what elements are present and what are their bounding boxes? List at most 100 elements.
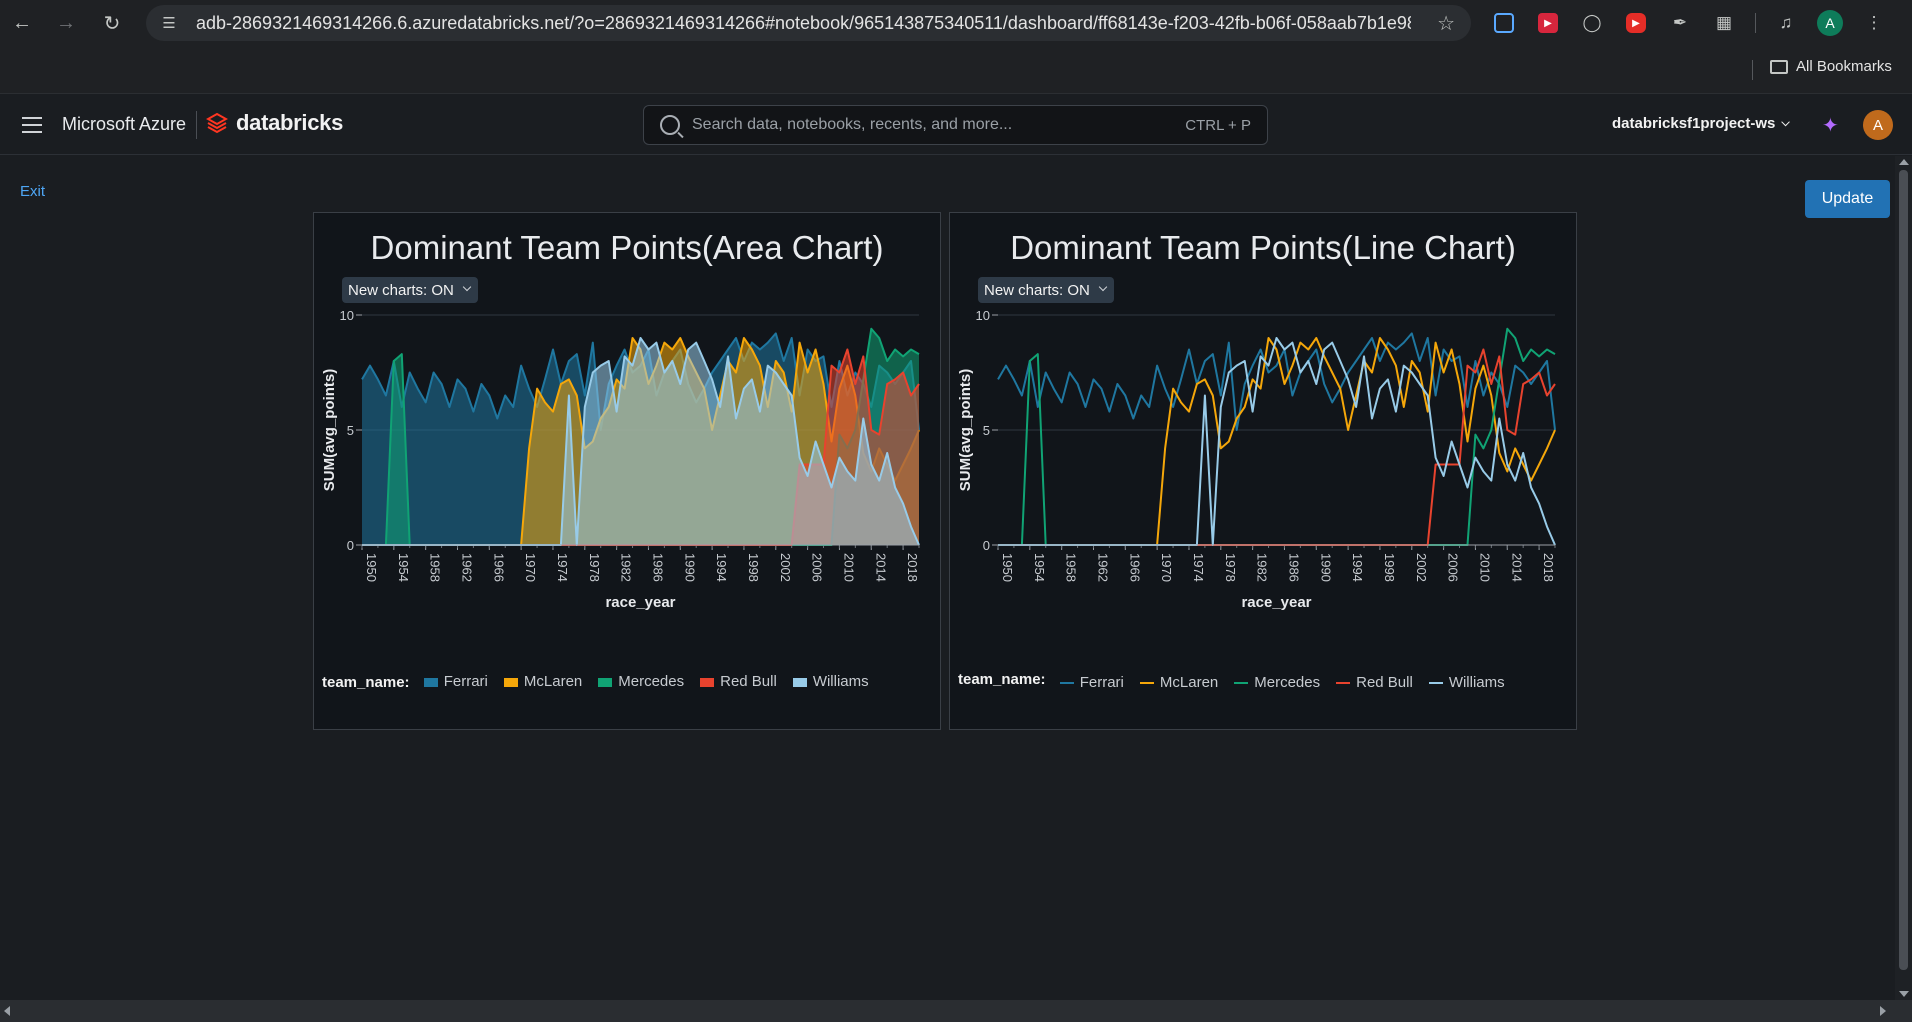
x-tick-label: 2014 [1509,553,1524,582]
scroll-down-arrow-icon[interactable] [1899,991,1909,997]
legend-item-red-bull[interactable]: Red Bull [700,671,777,693]
databricks-logo[interactable]: databricks [206,110,343,136]
x-tick-label: 2002 [778,553,793,582]
video-extension-icon[interactable]: ▶ [1528,3,1568,43]
y-axis-label: SUM(avg_points) [957,369,974,492]
microsoft-azure-brand: Microsoft Azure [62,114,187,134]
workspace-switcher[interactable]: databricksf1project-ws ⌵ [1612,115,1790,132]
scrollbar-thumb[interactable] [1899,170,1908,970]
scroll-left-arrow-icon[interactable] [4,1006,10,1016]
url-text[interactable]: adb-2869321469314266.6.azuredatabricks.n… [196,13,1411,34]
dashboard-content: Exit Update Dominant Team Points(Area Ch… [0,156,1895,1000]
reload-icon[interactable]: ↻ [92,3,132,43]
hamburger-menu-icon[interactable] [22,117,42,133]
legend-label: McLaren [523,673,583,690]
y-axis-label: SUM(avg_points) [321,369,338,492]
chevron-down-icon [1098,282,1108,292]
y-tick-label: 5 [347,423,354,438]
forward-arrow-icon[interactable]: → [46,3,86,43]
legend-label: Ferrari [443,673,488,690]
update-button[interactable]: Update [1805,180,1890,218]
back-arrow-icon[interactable]: ← [2,3,42,43]
x-tick-label: 1978 [587,553,602,582]
assistant-sparkle-icon[interactable]: ✦ [1822,113,1839,138]
databricks-header: Microsoft Azure databricks CTRL + P data… [0,95,1912,155]
legend-swatch [503,677,518,687]
all-bookmarks-label: All Bookmarks [1796,58,1892,75]
scroll-up-arrow-icon[interactable] [1899,159,1909,165]
extensions-bar: ▶ ◯ ▶ ✒ ▦ ♫ A ⋮ [1484,0,1894,46]
x-tick-label: 1990 [682,553,697,582]
user-avatar[interactable]: A [1863,110,1893,140]
youtube-extension-icon[interactable]: ▶ [1616,3,1656,43]
media-control-icon[interactable]: ♫ [1766,3,1806,43]
shield-extension-icon[interactable]: ◯ [1572,3,1612,43]
legend-swatch [598,677,613,687]
legend-label: Williams [812,673,869,690]
eyedropper-extension-icon[interactable]: ✒ [1660,3,1700,43]
legend-item-williams[interactable]: Williams [792,671,869,693]
site-settings-icon[interactable]: ☰ [152,9,186,37]
toggle-label: New charts: ON [348,281,454,299]
toolbar-separator [1748,3,1762,43]
chart-title: Dominant Team Points(Area Chart) [370,229,884,266]
x-tick-label: 1962 [1095,553,1110,582]
browser-menu-icon[interactable]: ⋮ [1854,3,1894,43]
vertical-scrollbar[interactable] [1895,156,1912,1000]
x-tick-label: 1966 [491,553,506,582]
legend-item-red-bull[interactable]: Red Bull [1336,672,1413,694]
x-tick-label: 1982 [1255,553,1270,582]
x-tick-label: 1954 [396,553,411,582]
address-bar[interactable]: ☰ adb-2869321469314266.6.azuredatabricks… [146,5,1471,41]
legend-item-ferrari[interactable]: Ferrari [423,671,488,693]
legend-item-mercedes[interactable]: Mercedes [1234,672,1320,694]
legend-swatch [1139,682,1154,684]
y-tick-label: 0 [983,538,990,553]
browser-toolbar: ← → ↻ ☰ adb-2869321469314266.6.azuredata… [0,0,1912,46]
new-charts-toggle[interactable]: New charts: ON [342,277,478,303]
x-tick-label: 1994 [714,553,729,582]
legend-item-mercedes[interactable]: Mercedes [598,671,684,693]
search-shortcut-hint: CTRL + P [1185,117,1251,134]
x-tick-label: 1950 [1000,553,1015,582]
x-tick-label: 1998 [1382,553,1397,582]
x-tick-label: 1986 [650,553,665,582]
legend-item-mclaren[interactable]: McLaren [503,671,583,693]
x-tick-label: 1950 [364,553,379,582]
x-axis-label: race_year [605,594,675,611]
all-bookmarks-button[interactable]: All Bookmarks [1770,58,1892,75]
bookmarks-bar: All Bookmarks [0,46,1912,94]
chart-legend: team_name: Ferrari McLaren Mercedes Red Bul… [322,671,922,693]
legend-swatch [792,677,807,687]
horizontal-scrollbar[interactable] [0,1000,1912,1022]
legend-item-mclaren[interactable]: McLaren [1139,672,1218,694]
screen-capture-extension-icon[interactable] [1484,3,1524,43]
x-tick-label: 2002 [1414,553,1429,582]
legend-label: Ferrari [1079,674,1124,691]
chevron-down-icon [462,282,472,292]
legend-swatch [1059,682,1074,684]
chart-legend: team_name: Ferrari McLaren Mercedes Red Bul… [958,671,1558,694]
brand-separator [196,111,197,139]
x-tick-label: 1994 [1350,553,1365,582]
global-search[interactable]: CTRL + P [643,105,1268,145]
profile-avatar[interactable]: A [1810,3,1850,43]
x-tick-label: 1970 [523,553,538,582]
x-tick-label: 2006 [810,553,825,582]
x-tick-label: 2010 [841,553,856,582]
scroll-right-arrow-icon[interactable] [1880,1006,1886,1016]
exit-link[interactable]: Exit [20,183,45,200]
x-tick-label: 1998 [746,553,761,582]
legend-item-ferrari[interactable]: Ferrari [1059,672,1124,694]
legend-item-williams[interactable]: Williams [1428,672,1505,694]
puzzle-extensions-icon[interactable]: ▦ [1704,3,1744,43]
x-tick-label: 1970 [1159,553,1174,582]
search-input[interactable] [692,116,1152,134]
legend-swatch [423,677,438,687]
area-chart-svg: 0 5 10 1950 1954 1958 1962 1966 1970 1974 1978 1982… [321,308,920,611]
toggle-label: New charts: ON [984,281,1090,299]
bookmark-star-icon[interactable]: ☆ [1437,11,1455,36]
x-tick-label: 1986 [1286,553,1301,582]
legend-swatch [1234,682,1249,684]
new-charts-toggle[interactable]: New charts: ON [978,277,1114,303]
